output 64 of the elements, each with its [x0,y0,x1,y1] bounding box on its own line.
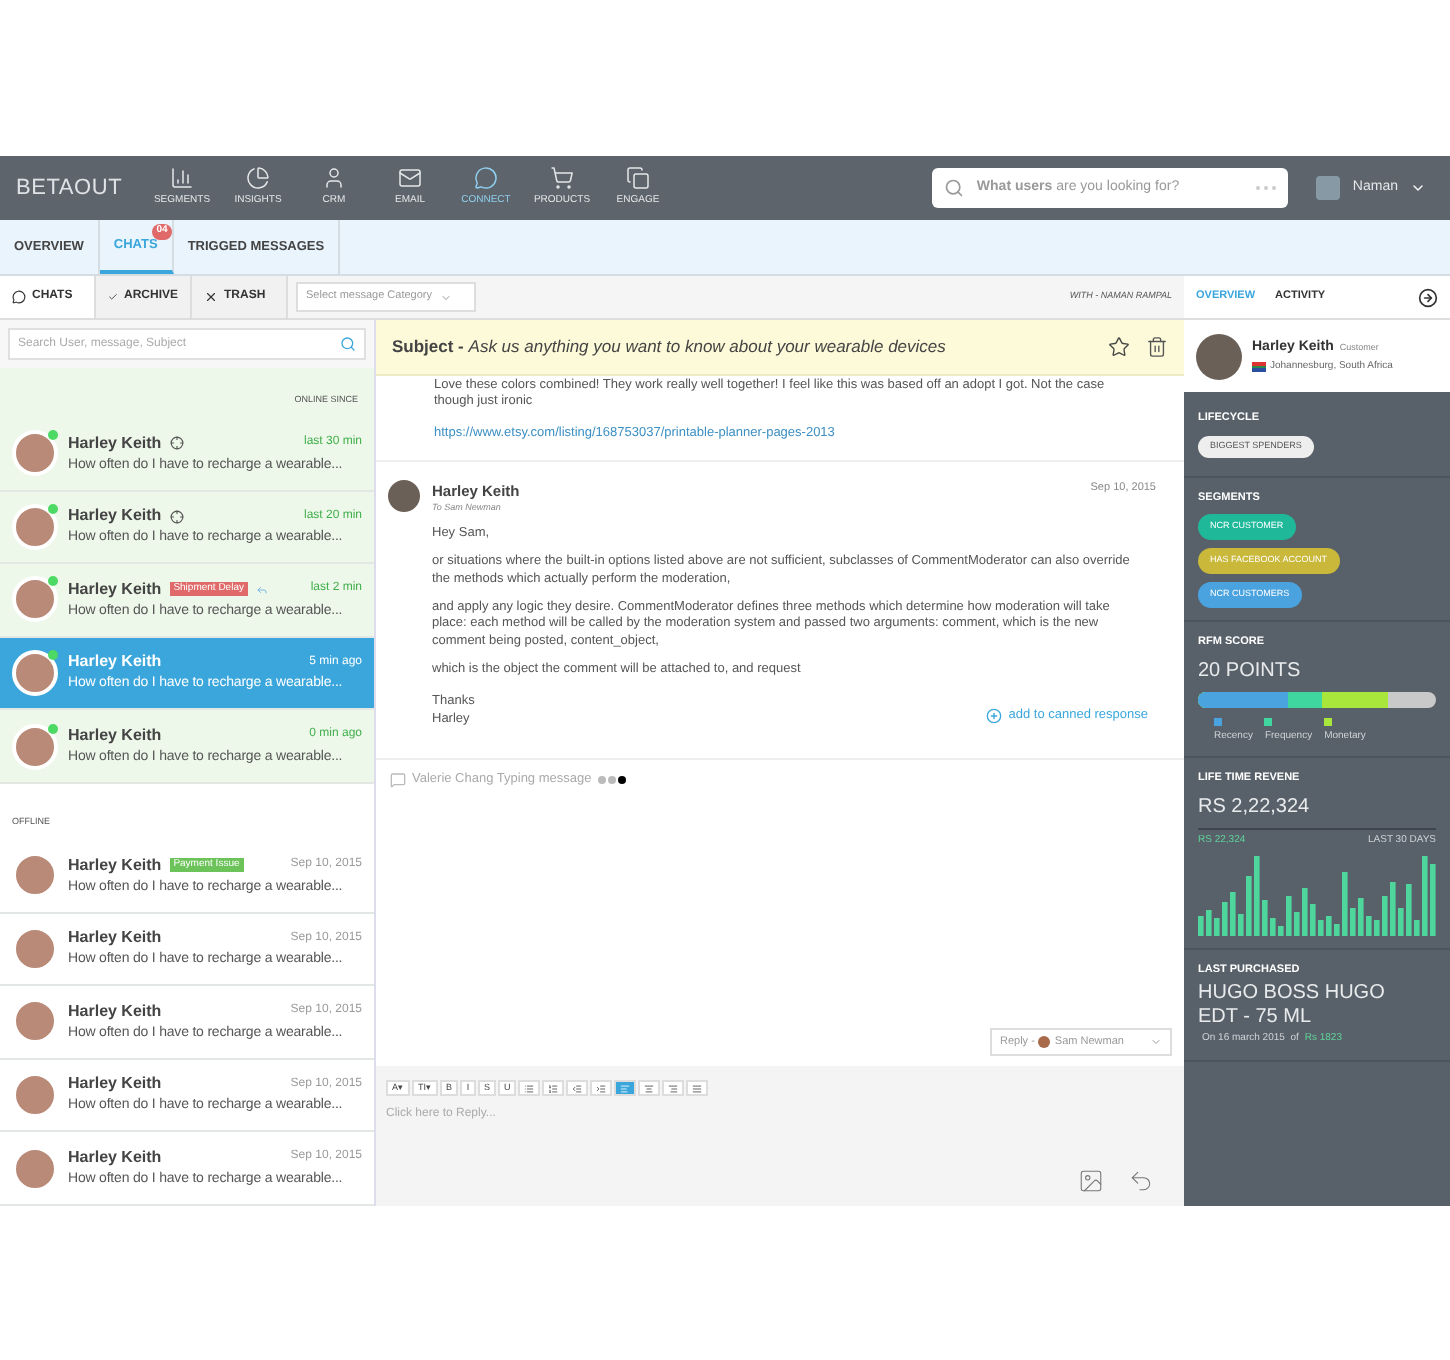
chevron-down-icon [1150,1036,1162,1048]
avatar [12,503,58,550]
format-button[interactable] [686,1080,709,1096]
recipient-avatar [1038,1036,1051,1048]
align-right-icon [668,1083,679,1093]
contact-name: Harley Keith [68,999,162,1024]
indent-icon [596,1083,607,1093]
format-button[interactable] [638,1080,661,1096]
pie-chart-icon [246,166,270,191]
bar-chart-icon [170,166,194,191]
numbered-list-icon [548,1083,559,1093]
contact-name: Harley Keith [68,650,162,675]
chat-message-icon [390,772,406,789]
chat-bubble-icon [12,290,26,304]
contact-name: Harley Keith [68,1145,162,1170]
format-button[interactable] [542,1080,565,1096]
person-icon [322,166,346,191]
align-center-icon [644,1083,655,1093]
image-icon[interactable] [1078,1168,1104,1194]
chevron-down-icon[interactable] [1410,180,1426,196]
search-icon [340,336,356,352]
avatar [12,723,58,770]
contact-name: Harley Keith [68,723,162,748]
format-button[interactable] [662,1080,685,1096]
contact-name: Harley Keith [68,504,162,529]
align-justify-icon [692,1083,703,1093]
chevron-down-icon [439,291,452,303]
envelope-icon [398,166,422,191]
avatar [12,650,58,697]
reply-arrow-icon[interactable] [1128,1168,1154,1194]
product-name: HUGO BOSS HUGO EDT - 75 ML [1198,982,1387,1029]
contact-name: Harley Keith [68,853,162,878]
user-avatar[interactable] [1316,176,1341,200]
profile-avatar [1196,333,1242,379]
arrow-right-circle-icon[interactable] [1418,287,1438,307]
rfm-points: 20 POINTS [1198,657,1303,686]
format-button[interactable] [590,1080,613,1096]
subject-bar: Subject - Ask us anything you want to know about your wearable devices [376,320,1184,376]
align-left-icon [620,1083,631,1093]
sender-avatar [388,479,420,512]
outdent-icon [572,1083,583,1093]
contact-name: Harley Keith [68,1072,162,1097]
revenue-amount: RS 2,22,324 [1198,791,1436,829]
bullet-list-icon [524,1083,535,1093]
chat-bubble-icon [474,166,498,191]
format-button[interactable] [566,1080,589,1096]
copy-icon [626,166,650,191]
format-button[interactable] [614,1080,637,1096]
format-button[interactable] [518,1080,541,1096]
close-icon [204,290,218,304]
flag-icon [1252,361,1266,372]
contact-name: Harley Keith [68,926,162,951]
avatar [12,576,58,623]
typing-dots-icon [597,776,626,785]
trash-icon[interactable] [1146,336,1168,358]
contact-name: Harley Keith [68,577,162,602]
cart-icon [550,166,574,191]
contact-name: Harley Keith [68,431,162,456]
search-icon [944,178,965,198]
plus-circle-icon [986,708,1003,725]
brand-logo[interactable]: BETAOUT [16,171,144,205]
check-icon [108,290,118,304]
avatar [12,430,58,477]
star-icon[interactable] [1108,336,1130,358]
